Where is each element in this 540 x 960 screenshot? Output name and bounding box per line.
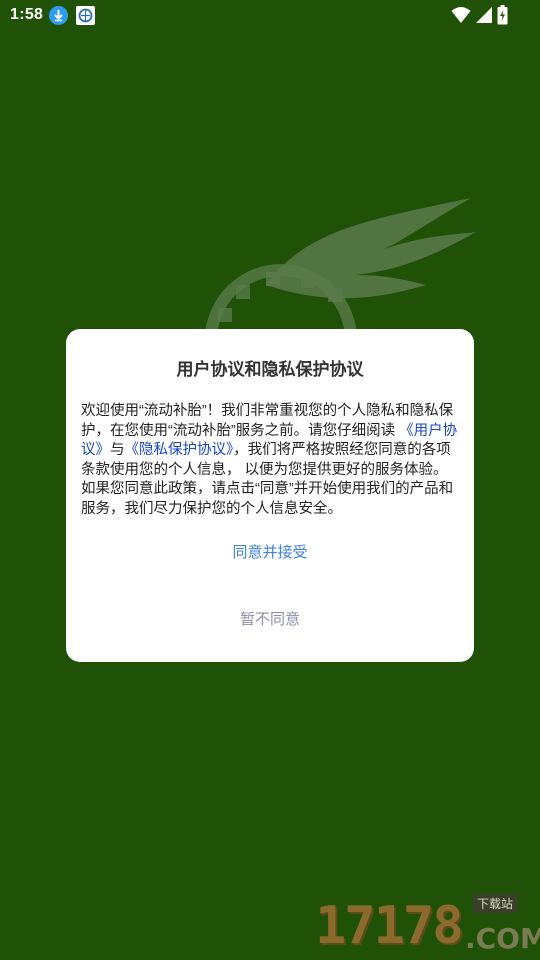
- body-text-part1: 欢迎使用“流动补胎”！我们非常重视您的个人隐私和隐私保护，在您使用“流动补胎”服…: [81, 403, 454, 439]
- app-notification-icon: [76, 6, 95, 25]
- dialog-title: 用户协议和隐私保护协议: [176, 360, 364, 379]
- agree-button[interactable]: 同意并接受: [66, 541, 474, 562]
- watermark-digits: 17178: [315, 896, 464, 956]
- body-text-part2: 与: [110, 442, 125, 458]
- dialog-body-text: 欢迎使用“流动补胎”！我们非常重视您的个人隐私和隐私保护，在您使用“流动补胎”服…: [81, 402, 459, 519]
- watermark-tag: 下载站: [473, 894, 518, 913]
- battery-charging-icon: [497, 5, 508, 30]
- privacy-agreement-dialog: 用户协议和隐私保护协议 欢迎使用“流动补胎”！我们非常重视您的个人隐私和隐私保护…: [66, 329, 474, 662]
- disagree-button[interactable]: 暂不同意: [66, 608, 474, 629]
- site-watermark: 17178 下载站 .COM: [315, 892, 540, 960]
- status-bar: 1:58: [0, 0, 540, 32]
- splash-logo: [196, 190, 486, 416]
- signal-icon: [475, 6, 493, 29]
- status-time: 1:58: [10, 6, 44, 23]
- download-icon: [49, 6, 68, 25]
- privacy-policy-link[interactable]: 《隐私保护协议》: [125, 442, 234, 458]
- watermark-domain: .COM: [465, 922, 540, 955]
- wifi-icon: [451, 6, 471, 29]
- status-right-icons: [451, 5, 508, 30]
